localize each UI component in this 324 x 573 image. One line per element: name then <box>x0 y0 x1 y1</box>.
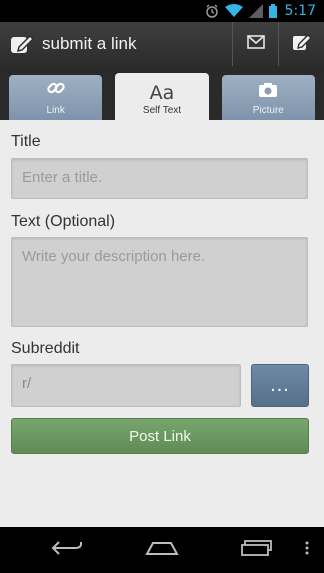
text-label: Text (Optional) <box>11 213 116 230</box>
system-nav-bar <box>0 527 324 573</box>
action-bar: submit a link <box>0 22 324 66</box>
battery-icon <box>268 4 277 18</box>
app-compose-icon[interactable] <box>4 22 40 66</box>
tab-picture[interactable]: Picture <box>221 75 315 120</box>
submit-form: Title Enter a title. Text (Optional) Wri… <box>0 120 324 527</box>
tab-link-label: Link <box>46 105 65 116</box>
home-icon <box>145 540 179 561</box>
compose-icon <box>292 32 312 57</box>
back-icon <box>51 540 83 561</box>
home-button[interactable] <box>132 527 192 573</box>
overflow-menu-icon <box>305 541 309 560</box>
recent-apps-button[interactable] <box>227 527 287 573</box>
tab-self-text[interactable]: Aa Self Text <box>115 73 209 120</box>
title-label: Title <box>11 133 41 150</box>
recent-apps-icon <box>240 539 273 561</box>
subreddit-input[interactable]: r/ <box>11 364 241 407</box>
tab-self-text-label: Self Text <box>142 105 182 116</box>
signal-icon <box>248 4 263 18</box>
envelope-icon <box>246 34 265 54</box>
tab-link[interactable]: Link <box>9 75 103 120</box>
title-input[interactable]: Enter a title. <box>11 158 308 199</box>
camera-icon <box>258 82 278 103</box>
status-time: 5:17 <box>284 3 316 19</box>
subreddit-picker-button[interactable]: ... <box>251 364 309 407</box>
wifi-icon <box>224 4 243 18</box>
subreddit-label: Subreddit <box>11 340 80 357</box>
text-icon: Aa <box>149 82 175 104</box>
page-title: submit a link <box>42 34 137 53</box>
text-input[interactable]: Write your description here. <box>11 237 308 327</box>
status-bar: 5:17 <box>0 0 324 22</box>
overflow-menu-button[interactable] <box>302 540 312 560</box>
back-button[interactable] <box>37 527 97 573</box>
compose-button[interactable] <box>278 22 324 66</box>
link-icon <box>46 78 66 103</box>
post-type-tabs: Link Aa Self Text Picture <box>0 66 324 120</box>
tab-picture-label: Picture <box>252 105 284 116</box>
inbox-button[interactable] <box>232 22 278 66</box>
post-link-button[interactable]: Post Link <box>11 418 309 454</box>
alarm-icon <box>205 4 219 18</box>
